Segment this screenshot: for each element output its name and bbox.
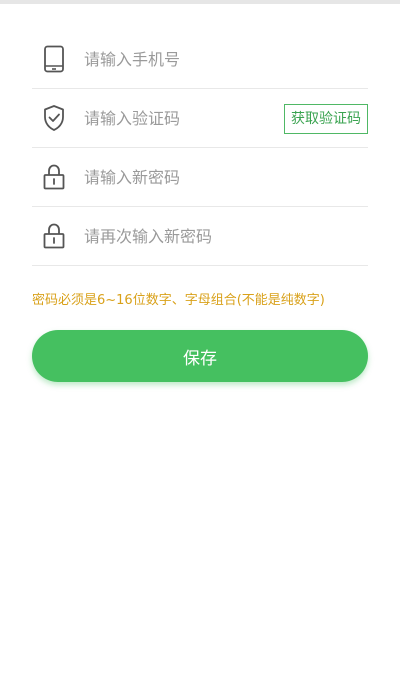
confirm-password-row bbox=[32, 207, 368, 266]
phone-input[interactable] bbox=[84, 49, 274, 69]
password-rule-hint: 密码必须是6~16位数字、字母组合(不能是纯数字) bbox=[32, 293, 325, 308]
get-code-button[interactable]: 获取验证码 bbox=[284, 104, 368, 134]
status-bar bbox=[0, 0, 400, 4]
lock-icon bbox=[40, 163, 68, 191]
phone-row bbox=[32, 30, 368, 89]
lock-icon bbox=[40, 222, 68, 250]
phone-icon bbox=[40, 45, 68, 73]
verification-code-row: 获取验证码 bbox=[32, 89, 368, 148]
shield-check-icon bbox=[40, 104, 68, 132]
verification-code-input[interactable] bbox=[84, 108, 274, 128]
new-password-input[interactable] bbox=[84, 167, 274, 187]
confirm-password-input[interactable] bbox=[84, 226, 274, 246]
save-button[interactable]: 保存 bbox=[32, 330, 368, 382]
reset-password-form: 获取验证码 bbox=[32, 30, 368, 266]
new-password-row bbox=[32, 148, 368, 207]
